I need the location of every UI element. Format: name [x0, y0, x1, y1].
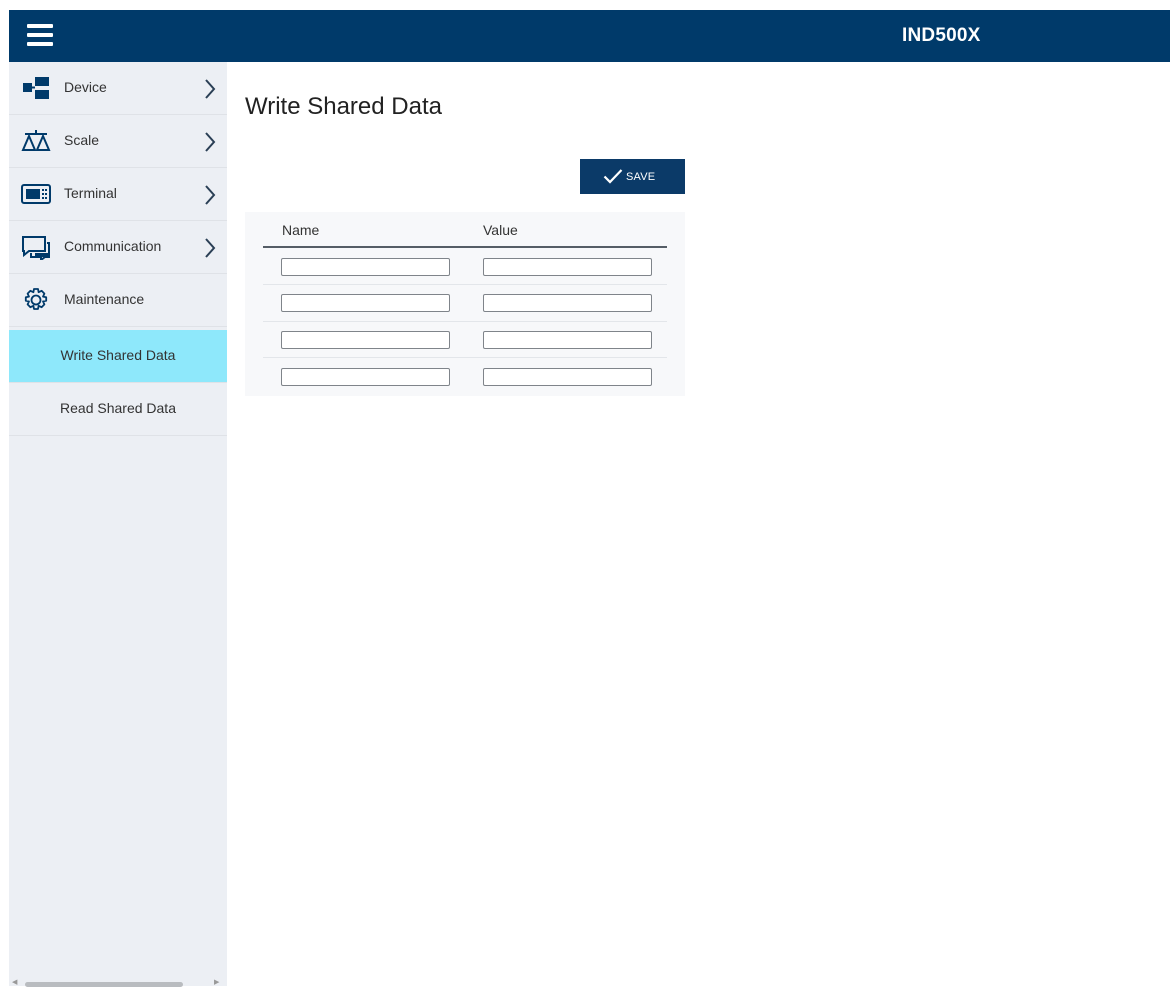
communication-icon [21, 234, 51, 262]
column-header-value: Value [483, 222, 518, 238]
sidebar-item-device[interactable]: Device [9, 62, 227, 115]
row-divider [263, 284, 667, 285]
name-field[interactable] [281, 258, 450, 276]
sidebar-item-label: Read Shared Data [60, 400, 176, 416]
hamburger-menu-icon[interactable] [27, 24, 53, 46]
device-icon [21, 75, 51, 101]
value-field[interactable] [483, 368, 652, 386]
chevron-right-icon [203, 78, 217, 100]
scale-icon [21, 128, 51, 154]
row-divider [263, 357, 667, 358]
shared-data-table: Name Value [245, 212, 685, 396]
sidebar-item-label: Write Shared Data [60, 347, 176, 363]
sidebar-item-read-shared-data[interactable]: Read Shared Data [9, 383, 227, 436]
chevron-right-icon [203, 184, 217, 206]
name-field[interactable] [281, 294, 450, 312]
sidebar-horizontal-scrollbar[interactable]: ◀ ▶ [9, 979, 227, 987]
sidebar: Device Scale Terminal Communication Main… [9, 62, 227, 986]
name-field[interactable] [281, 331, 450, 349]
value-field[interactable] [483, 331, 652, 349]
sidebar-item-write-shared-data[interactable]: Write Shared Data [9, 330, 227, 383]
header-divider [263, 246, 667, 248]
scroll-left-arrow-icon[interactable]: ◀ [12, 979, 17, 986]
save-button-label: SAVE [626, 171, 656, 183]
sidebar-item-label: Communication [64, 238, 162, 254]
sidebar-item-communication[interactable]: Communication [9, 221, 227, 274]
chevron-right-icon [203, 131, 217, 153]
chevron-right-icon [203, 237, 217, 259]
row-divider [263, 321, 667, 322]
sidebar-item-scale[interactable]: Scale [9, 115, 227, 168]
sidebar-item-label: Terminal [64, 185, 117, 201]
top-bar: IND500X [9, 10, 1170, 62]
scroll-right-arrow-icon[interactable]: ▶ [214, 979, 219, 986]
sidebar-item-terminal[interactable]: Terminal [9, 168, 227, 221]
value-field[interactable] [483, 294, 652, 312]
sidebar-item-label: Device [64, 79, 107, 95]
scrollbar-thumb[interactable] [25, 982, 183, 987]
value-field[interactable] [483, 258, 652, 276]
sidebar-item-label: Maintenance [64, 291, 145, 307]
app-title: IND500X [902, 25, 981, 46]
name-field[interactable] [281, 368, 450, 386]
terminal-icon [21, 181, 51, 207]
checkmark-icon [603, 169, 623, 184]
page-title: Write Shared Data [245, 93, 442, 120]
sidebar-item-maintenance[interactable]: Maintenance [9, 274, 227, 327]
gear-icon [21, 287, 51, 313]
column-header-name: Name [282, 222, 320, 238]
sidebar-item-label: Scale [64, 132, 100, 148]
save-button[interactable]: SAVE [580, 159, 685, 194]
